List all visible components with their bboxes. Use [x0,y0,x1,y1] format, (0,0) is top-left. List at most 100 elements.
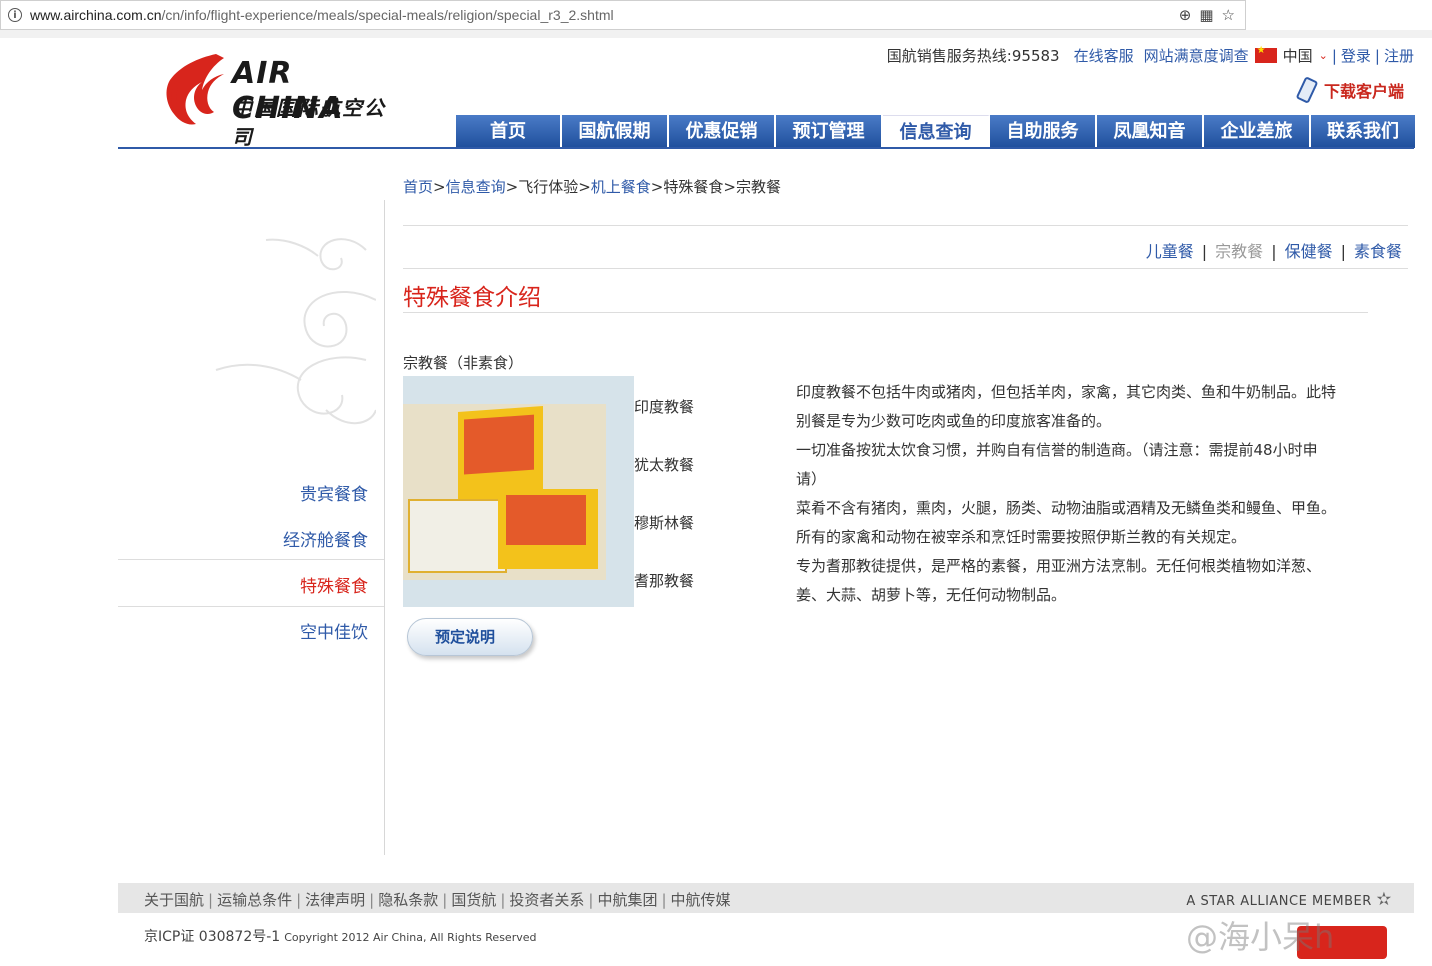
footer-bar: 关于国航 | 运输总条件 | 法律声明 | 隐私条款 | 国货航 | 投资者关系 | 中航集团 | 中航传媒… [118,883,1414,913]
qr-code-icon[interactable]: ▦ [1199,6,1213,24]
logo-chinese: 中国国际航空公司 [232,96,386,149]
divider [403,225,1408,226]
meal-type-kosher: 犹太教餐 [634,456,695,474]
description-jain: 专为耆那教徒提供，是严格的素餐，用亚洲方法烹制。无任何根类植物如洋葱、姜、大蒜、… [796,557,1322,604]
tab-religious-meal[interactable]: 宗教餐 [1215,242,1263,261]
footer-sep: | [500,891,506,909]
tab-sep: | [1201,242,1208,261]
footer-link-about[interactable]: 关于国航 [144,891,204,909]
breadcrumb-sep: > [505,178,519,196]
breadcrumb-sep: > [650,178,664,196]
divider [403,312,1368,313]
sidebar-divider [118,559,384,560]
copyright-text: Copyright 2012 Air China, All Rights Res… [284,931,537,944]
footer-sep: | [208,891,214,909]
phoenix-logo-icon [166,54,224,125]
copyright: 京ICP证 030872号-1 Copyright 2012 Air China,… [144,926,536,946]
sidebar-item-special-meals[interactable]: 特殊餐食 [300,572,368,597]
mobile-phone-icon [1295,76,1319,104]
meal-descriptions: 印度教餐不包括牛肉或猪肉，但包括羊肉，家禽，其它肉类、鱼和牛奶制品。此特别餐是专… [796,378,1336,610]
meal-box-photo [403,404,606,580]
description-muslim: 菜肴不含有猪肉，熏肉，火腿，肠类、动物油脂或酒精及无鳞鱼类和鳗鱼、甲鱼。所有的家… [796,499,1337,546]
china-flag-icon [1254,45,1277,63]
breadcrumb-current: 宗教餐 [735,178,781,196]
reservation-info-button[interactable]: 预定说明 [407,618,533,656]
divider: | [1374,46,1380,65]
divider [403,268,1408,269]
tab-vegetarian-meal[interactable]: 素食餐 [1354,242,1402,261]
footer-links: 关于国航 | 运输总条件 | 法律声明 | 隐私条款 | 国货航 | 投资者关系 | 中航集团 | 中航传媒 [144,889,731,910]
breadcrumb-home[interactable]: 首页 [403,178,433,196]
nav-information[interactable]: 信息查询 [883,115,990,148]
meal-type-muslim: 穆斯林餐 [634,514,695,532]
meal-heading: 宗教餐（非素食） [403,354,524,372]
star-alliance-icon: ✫ [1376,889,1392,910]
tab-sep: | [1271,242,1277,261]
star-alliance-logo[interactable]: A STAR ALLIANCE MEMBER ✫ [1186,889,1392,910]
nav-self-service[interactable]: 自助服务 [990,115,1097,148]
breadcrumb: 首页>信息查询>飞行体验>机上餐食>特殊餐食>宗教餐 [403,176,781,197]
tab-sep: | [1340,242,1346,261]
bookmark-star-icon[interactable]: ☆ [1222,6,1235,24]
footer-link-cargo[interactable]: 国货航 [451,891,496,909]
nav-phoenix-miles[interactable]: 凤凰知音 [1097,115,1204,148]
footer-link-legal[interactable]: 法律声明 [305,891,365,909]
tab-child-meal[interactable]: 儿童餐 [1146,242,1194,261]
watermark: @海小呆h [1186,918,1335,956]
download-app-link[interactable]: 下载客户端 [1295,76,1404,104]
tab-health-meal[interactable]: 保健餐 [1285,242,1333,261]
footer-link-investors[interactable]: 投资者关系 [509,891,584,909]
region-select[interactable]: 中国 [1283,45,1313,66]
footer-link-privacy[interactable]: 隐私条款 [378,891,438,909]
register-link[interactable]: 注册 [1384,45,1414,66]
meal-type-jain: 耆那教餐 [634,572,695,590]
meal-type-hindu: 印度教餐 [634,398,695,416]
meal-type-tabs: 儿童餐 | 宗教餐 | 保健餐 | 素食餐 [1146,238,1402,262]
description-kosher: 一切准备按犹太饮食习惯，并购自有信誉的制造商。（请注意：需提前48小时申请） [796,441,1318,488]
url-host: www.airchina.com.cn [30,7,162,23]
zoom-icon[interactable]: ⊕ [1179,6,1192,24]
nav-corporate-travel[interactable]: 企业差旅 [1204,115,1311,148]
hotline-text: 国航销售服务热线:95583 [886,47,1060,65]
sidebar-item-economy-meals[interactable]: 经济舱餐食 [283,526,368,551]
star-alliance-text: A STAR ALLIANCE MEMBER [1186,894,1372,909]
footer-sep: | [369,891,375,909]
description-hindu: 印度教餐不包括牛肉或猪肉，但包括羊肉，家禽，其它肉类、鱼和牛奶制品。此特别餐是专… [796,383,1337,430]
page-title: 特殊餐食介绍 [403,285,541,311]
breadcrumb-sep: > [433,178,446,196]
nav-contact-us[interactable]: 联系我们 [1311,115,1415,148]
nav-underline [118,147,1414,149]
breadcrumb-flight: 飞行体验 [518,178,579,196]
icp-number: 京ICP证 030872号-1 [144,929,281,945]
footer-link-group[interactable]: 中航集团 [597,891,657,909]
url-text[interactable]: www.airchina.com.cn/cn/info/flight-exper… [30,7,614,23]
chevron-down-icon[interactable]: ⌄ [1319,49,1328,62]
breadcrumb-meals[interactable]: 机上餐食 [591,178,651,196]
login-link[interactable]: 登录 [1341,45,1371,66]
breadcrumb-special: 特殊餐食 [663,178,724,196]
nav-promotions[interactable]: 优惠促销 [669,115,776,148]
breadcrumb-info[interactable]: 信息查询 [446,178,506,196]
cloud-decoration-icon [215,238,376,425]
footer-link-conditions[interactable]: 运输总条件 [217,891,292,909]
footer-sep: | [588,891,594,909]
sidebar-item-beverages[interactable]: 空中佳饮 [300,618,368,643]
footer-sep: | [442,891,448,909]
breadcrumb-sep: > [723,178,736,196]
url-path: /cn/info/flight-experience/meals/special… [161,7,614,23]
online-service-link[interactable]: 在线客服 [1074,45,1134,66]
address-bar[interactable]: i www.airchina.com.cn/cn/info/flight-exp… [0,0,1246,30]
nav-holidays[interactable]: 国航假期 [562,115,669,148]
footer-sep: | [296,891,302,909]
breadcrumb-sep: > [578,178,591,196]
sidebar: 贵宾餐食 经济舱餐食 特殊餐食 空中佳饮 [118,200,385,855]
footer-link-media[interactable]: 中航传媒 [671,891,731,909]
nav-home[interactable]: 首页 [456,115,562,148]
nav-booking-management[interactable]: 预订管理 [776,115,883,148]
air-china-logo[interactable]: AIR CHINA 中国国际航空公司 [158,52,390,149]
info-icon[interactable]: i [8,8,22,22]
survey-link[interactable]: 网站满意度调查 [1144,45,1249,66]
sidebar-item-vip-meals[interactable]: 贵宾餐食 [300,480,368,505]
divider: | [1331,46,1337,65]
main-nav: 首页 国航假期 优惠促销 预订管理 信息查询 自助服务 凤凰知音 企业差旅 联系… [456,115,1415,148]
